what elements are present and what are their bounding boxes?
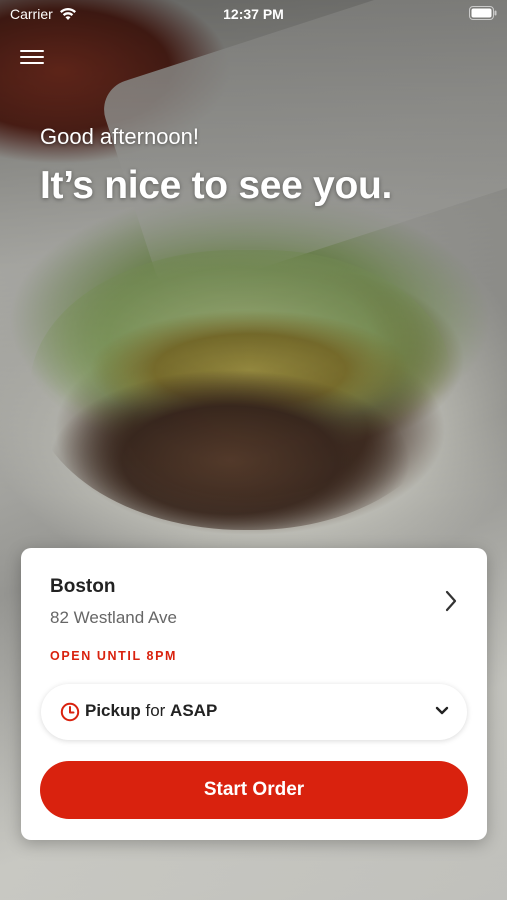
location-selector[interactable]: Boston 82 Westland Ave [21, 548, 487, 638]
hamburger-menu-icon[interactable] [20, 46, 44, 68]
pickup-connector: for [140, 701, 171, 720]
battery-icon [469, 6, 497, 20]
location-address: 82 Westland Ave [50, 608, 177, 627]
status-bar: Carrier 12:37 PM [0, 0, 507, 28]
chevron-right-icon[interactable] [445, 590, 457, 612]
open-status-label: OPEN UNTIL 8PM [50, 649, 178, 663]
home-screen: Carrier 12:37 PM Good afternoon! It’s ni… [0, 0, 507, 900]
status-time: 12:37 PM [223, 6, 284, 22]
menu-line [20, 56, 44, 58]
menu-line [20, 62, 44, 64]
greeting-subtitle: Good afternoon! [40, 124, 200, 149]
pickup-mode: Pickup [85, 701, 141, 720]
menu-line [20, 50, 44, 52]
location-card: Boston 82 Westland Ave OPEN UNTIL 8PM Pi… [21, 548, 487, 840]
greeting-title: It’s nice to see you. [40, 164, 393, 207]
pickup-time-selector[interactable]: Pickup for ASAP [41, 684, 467, 740]
clock-icon [60, 702, 80, 722]
start-order-button[interactable]: Start Order [40, 761, 468, 819]
pickup-summary: Pickup for ASAP [85, 701, 217, 721]
pickup-time: ASAP [170, 701, 218, 720]
location-name: Boston [50, 576, 116, 597]
chevron-down-icon[interactable] [435, 706, 449, 716]
